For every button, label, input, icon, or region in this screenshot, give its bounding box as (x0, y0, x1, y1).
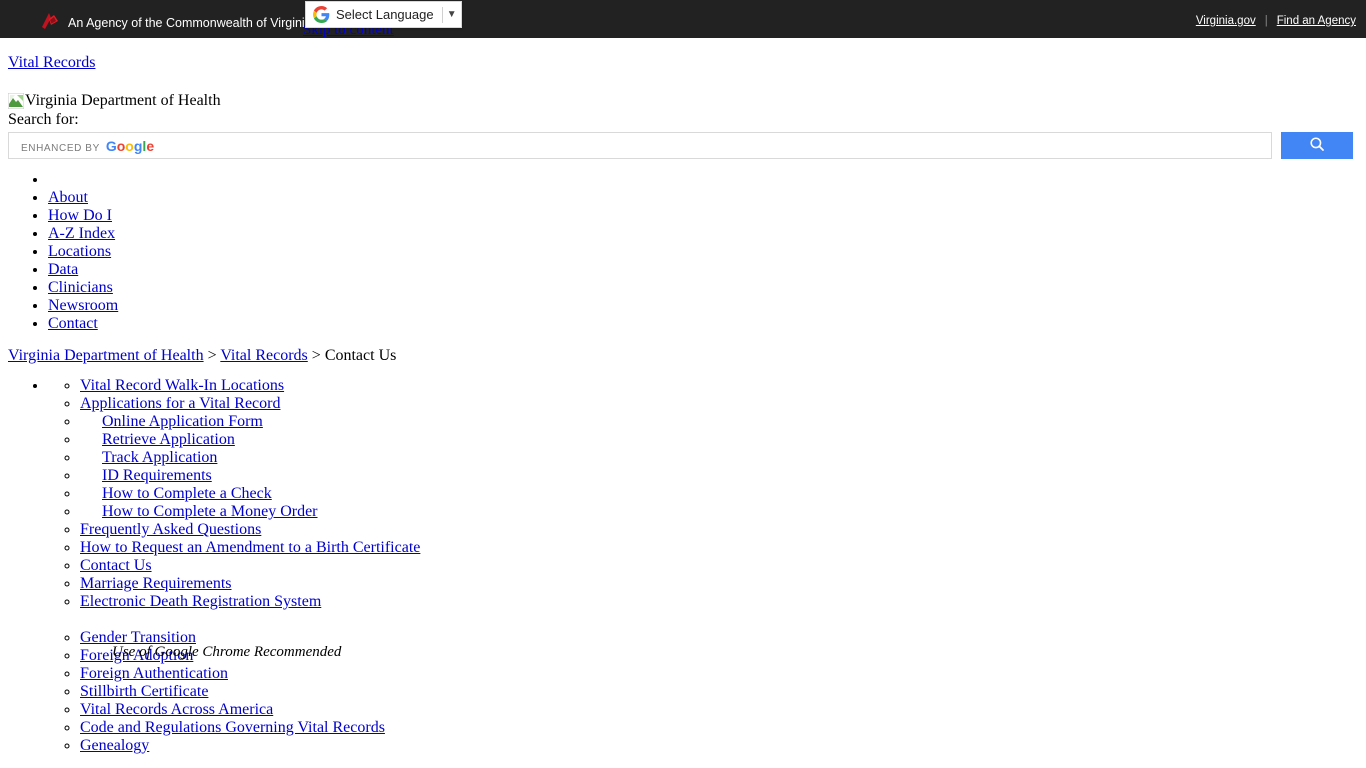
nav-item: Newsroom (48, 297, 1366, 315)
sidebar-item: How to Complete a Check (80, 485, 1366, 503)
nav-link-a-z-index[interactable]: A-Z Index (48, 225, 115, 242)
sidebar-menu: Vital Record Walk-In LocationsApplicatio… (48, 377, 1366, 755)
sidebar-link-online-application-form[interactable]: Online Application Form (102, 413, 263, 430)
nav-item: A-Z Index (48, 225, 1366, 243)
sidebar-link-track-application[interactable]: Track Application (102, 449, 217, 466)
sidebar-item: Code and Regulations Governing Vital Rec… (80, 719, 1366, 737)
virginia-agency-arrow-icon (40, 12, 60, 33)
sidebar-item: Track Application (80, 449, 1366, 467)
nav-item (48, 171, 1366, 189)
search-label: Search for: (8, 111, 79, 128)
nav-item: Clinicians (48, 279, 1366, 297)
breadcrumb: Virginia Department of Health > Vital Re… (8, 347, 1366, 365)
nav-link-locations[interactable]: Locations (48, 243, 111, 260)
agency-bar-links: Virginia.gov | Find an Agency (1196, 15, 1356, 27)
sidebar-item: Vital Records Across America (80, 701, 1366, 719)
edrs-chrome-note: Use of Google Chrome Recommended (112, 644, 342, 660)
sidebar-item: Contact Us (80, 557, 1366, 575)
sidebar-link-marriage-requirements[interactable]: Marriage Requirements (80, 575, 232, 592)
breadcrumb-item-contact-us: Contact Us (324, 347, 397, 364)
site-title: Vital Records (8, 54, 1366, 72)
vital-records-link[interactable]: Vital Records (8, 54, 95, 71)
sidebar-item: Marriage Requirements (80, 575, 1366, 593)
vdh-logo-line: Virginia Department of Health (7, 92, 1366, 110)
search-submit-button[interactable] (1281, 132, 1353, 159)
breadcrumb-separator: > (307, 347, 325, 364)
sidebar-link-code-and-regulations-governing-vital-records[interactable]: Code and Regulations Governing Vital Rec… (80, 719, 385, 736)
nav-link-how-do-i[interactable]: How Do I (48, 207, 112, 224)
breadcrumb-item-virginia-department-of-health[interactable]: Virginia Department of Health (8, 347, 204, 364)
nav-item: Contact (48, 315, 1366, 333)
breadcrumb-separator: > (203, 347, 221, 364)
nav-item: How Do I (48, 207, 1366, 225)
sidebar-item: Vital Record Walk-In Locations (80, 377, 1366, 395)
sidebar-link-how-to-complete-a-money-order[interactable]: How to Complete a Money Order (102, 503, 318, 520)
nav-link-data[interactable]: Data (48, 261, 78, 278)
google-cse-branding: Enhanced by Google (21, 138, 154, 154)
nav-link-about[interactable]: About (48, 189, 88, 206)
sidebar-item: ID Requirements (80, 467, 1366, 485)
agency-branding: An Agency of the Commonwealth of Virgini… (40, 12, 312, 33)
sidebar-item: Stillbirth Certificate (80, 683, 1366, 701)
sidebar-item: Genealogy (80, 737, 1366, 755)
google-wordmark: Google (105, 137, 155, 154)
sidebar-link-vital-record-walk-in-locations[interactable]: Vital Record Walk-In Locations (80, 377, 284, 394)
nav-item: About (48, 189, 1366, 207)
sidebar-outer-list: Vital Record Walk-In LocationsApplicatio… (0, 377, 1366, 755)
agency-bar-text: An Agency of the Commonwealth of Virgini… (68, 15, 312, 30)
translate-selected-language: Select Language (336, 7, 434, 22)
breadcrumb-item-vital-records[interactable]: Vital Records (220, 347, 307, 364)
sidebar-item: Foreign Authentication (80, 665, 1366, 683)
sidebar-link-contact-us[interactable]: Contact Us (80, 557, 152, 574)
sidebar-link-id-requirements[interactable]: ID Requirements (102, 467, 212, 484)
sidebar-link-frequently-asked-questions[interactable]: Frequently Asked Questions (80, 521, 261, 538)
find-an-agency-link[interactable]: Find an Agency (1277, 15, 1356, 27)
sidebar-item: Retrieve Application (80, 431, 1366, 449)
broken-image-icon (7, 92, 25, 110)
sidebar-spacer (80, 611, 1366, 629)
sidebar-link-electronic-death-registration-system[interactable]: Electronic Death Registration System (80, 593, 321, 610)
enhanced-by-label: Enhanced by (21, 142, 100, 154)
sidebar-item: Applications for a Vital Record (80, 395, 1366, 413)
nav-link-clinicians[interactable]: Clinicians (48, 279, 113, 296)
agency-links-separator: | (1264, 15, 1268, 27)
sidebar-link-how-to-complete-a-check[interactable]: How to Complete a Check (102, 485, 272, 502)
sidebar-link-how-to-request-an-amendment-to-a-birth-certificate[interactable]: How to Request an Amendment to a Birth C… (80, 539, 420, 556)
nav-link-newsroom[interactable]: Newsroom (48, 297, 118, 314)
sidebar-link-foreign-authentication[interactable]: Foreign Authentication (80, 665, 228, 682)
agency-top-bar: An Agency of the Commonwealth of Virgini… (0, 0, 1366, 38)
search-input[interactable]: Enhanced by Google (8, 132, 1272, 159)
virginia-gov-link[interactable]: Virginia.gov (1196, 15, 1256, 27)
main-navigation: AboutHow Do IA-Z IndexLocationsDataClini… (0, 171, 1366, 333)
nav-item: Locations (48, 243, 1366, 261)
sidebar-link-vital-records-across-america[interactable]: Vital Records Across America (80, 701, 273, 718)
sidebar-item: Frequently Asked Questions (80, 521, 1366, 539)
nav-item: Data (48, 261, 1366, 279)
sidebar-link-applications-for-a-vital-record[interactable]: Applications for a Vital Record (80, 395, 280, 412)
sidebar-link-retrieve-application[interactable]: Retrieve Application (102, 431, 235, 448)
sidebar-item: Electronic Death Registration System (80, 593, 1366, 611)
google-g-icon (310, 4, 332, 26)
search-icon (1308, 135, 1326, 156)
sidebar-group: Vital Record Walk-In LocationsApplicatio… (48, 377, 1366, 755)
chevron-down-icon[interactable]: ▼ (442, 9, 461, 20)
page-body: Vital Records Virginia Department of Hea… (0, 38, 1366, 755)
nav-link-contact[interactable]: Contact (48, 315, 98, 332)
sidebar-item: How to Request an Amendment to a Birth C… (80, 539, 1366, 557)
sidebar-link-genealogy[interactable]: Genealogy (80, 737, 149, 754)
sidebar-item: Online Application Form (80, 413, 1366, 431)
sidebar-item: How to Complete a Money Order (80, 503, 1366, 521)
search-row: Enhanced by Google (8, 132, 1366, 159)
sidebar-link-stillbirth-certificate[interactable]: Stillbirth Certificate (80, 683, 208, 700)
google-translate-widget[interactable]: Select Language ▼ (305, 1, 462, 28)
vdh-logo-alt-text: Virginia Department of Health (25, 92, 221, 109)
